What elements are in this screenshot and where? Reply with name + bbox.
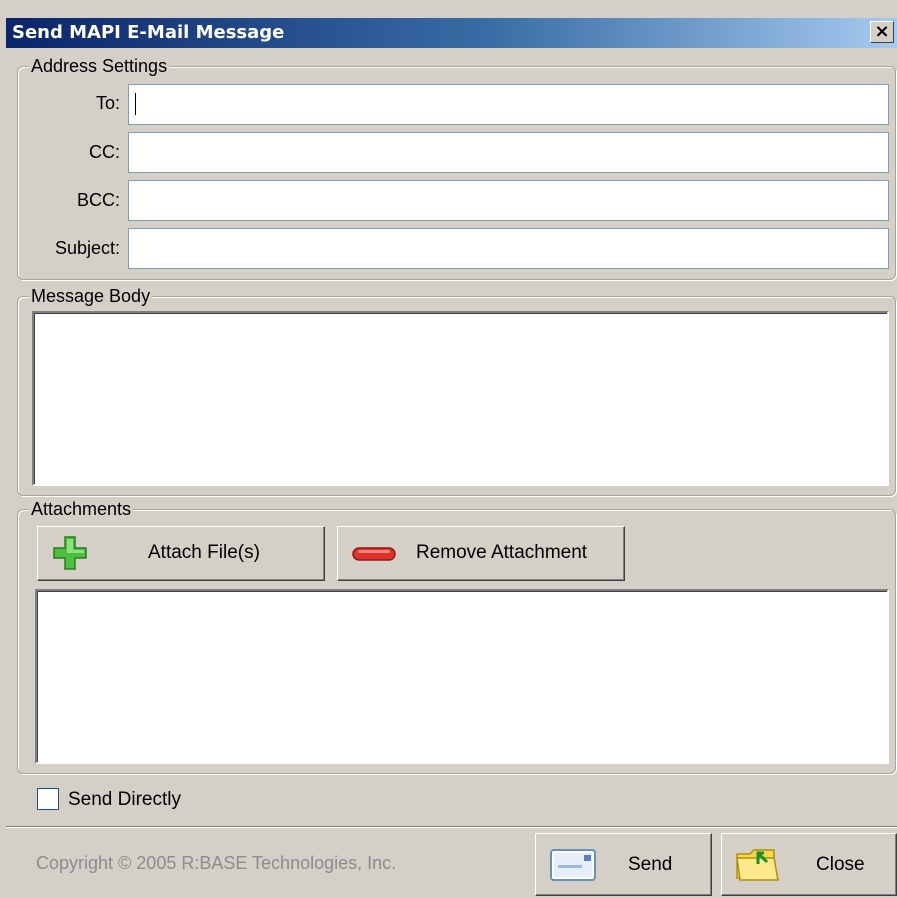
subject-label: Subject: — [54, 238, 120, 258]
message-body-textarea[interactable] — [32, 311, 889, 486]
red-minus-icon — [352, 547, 396, 561]
attach-files-button[interactable]: Attach File(s) — [37, 526, 325, 581]
attachments-legend: Attachments — [29, 498, 134, 520]
remove-attachment-label: Remove Attachment — [416, 542, 588, 563]
cc-field[interactable] — [128, 132, 889, 173]
window-title: Send MAPI E-Mail Message — [12, 22, 285, 43]
to-field[interactable] — [128, 84, 889, 125]
close-label: Close — [816, 854, 865, 875]
send-label: Send — [628, 854, 673, 875]
to-label: To: — [95, 93, 120, 113]
envelope-icon — [550, 849, 596, 881]
title-bar: Send MAPI E-Mail Message × — [6, 18, 897, 48]
subject-field[interactable] — [128, 228, 889, 269]
bcc-label: BCC: — [76, 190, 120, 210]
bcc-field[interactable] — [128, 180, 889, 221]
text-caret — [135, 93, 136, 115]
close-window-button[interactable]: × — [870, 21, 894, 43]
attachments-list[interactable] — [35, 589, 889, 764]
green-plus-icon — [53, 536, 87, 570]
footer-separator — [6, 826, 897, 828]
close-button[interactable]: Close — [721, 833, 897, 896]
send-button[interactable]: Send — [535, 833, 712, 896]
send-directly-label[interactable]: Send Directly — [68, 789, 181, 811]
cc-label: CC: — [89, 142, 120, 162]
address-settings-legend: Address Settings — [29, 55, 170, 77]
attach-files-label: Attach File(s) — [148, 542, 260, 563]
remove-attachment-button[interactable]: Remove Attachment — [337, 526, 625, 581]
send-directly-checkbox[interactable] — [37, 788, 59, 810]
folder-arrow-icon — [736, 849, 779, 881]
message-body-legend: Message Body — [29, 285, 153, 307]
copyright-text: Copyright © 2005 R:BASE Technologies, In… — [36, 853, 397, 873]
